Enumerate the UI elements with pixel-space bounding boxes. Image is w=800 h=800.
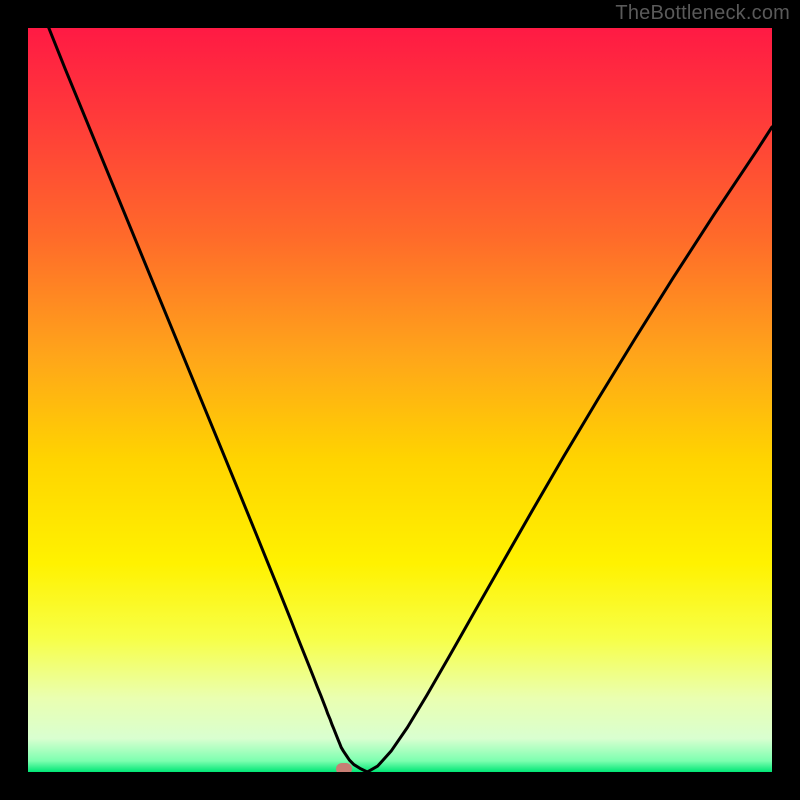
chart-frame: TheBottleneck.com xyxy=(0,0,800,800)
attribution-text: TheBottleneck.com xyxy=(615,2,790,25)
optimum-marker xyxy=(336,763,352,772)
bottleneck-curve xyxy=(49,28,772,772)
plot-area xyxy=(28,28,772,772)
curve-layer xyxy=(28,28,772,772)
